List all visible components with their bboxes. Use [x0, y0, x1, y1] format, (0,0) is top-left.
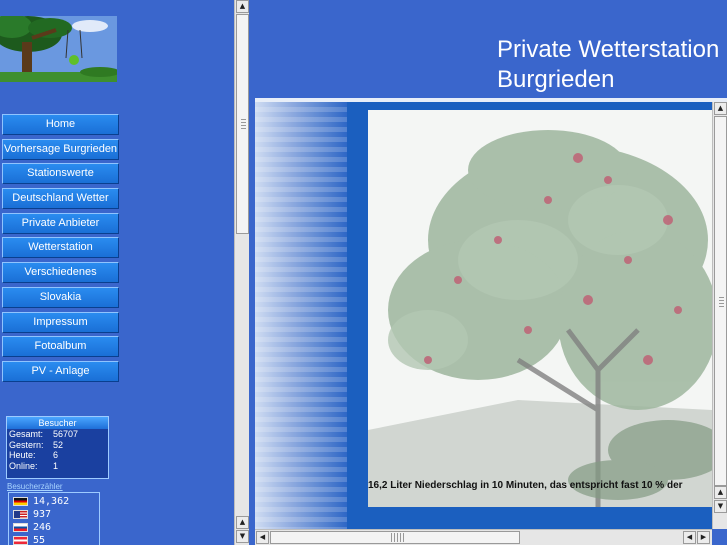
logo-tree-swing-image: [0, 16, 117, 82]
triangle-up-icon[interactable]: ▲: [236, 516, 249, 529]
flag-row: 937: [13, 508, 95, 521]
triangle-up-icon[interactable]: ▲: [236, 0, 249, 13]
nav-private-providers-button[interactable]: Private Anbieter: [2, 212, 119, 234]
tree-in-rain-image: [368, 110, 712, 507]
triangle-left-icon[interactable]: ◀: [683, 531, 696, 544]
scroll-grip-icon: [719, 297, 724, 307]
flag-row: 246: [13, 521, 95, 534]
nav-pv-system-button[interactable]: PV - Anlage: [2, 360, 119, 382]
nav-weather-station-button[interactable]: Wetterstation: [2, 237, 119, 259]
nav-forecast-button[interactable]: Vorhersage Burgrieden: [2, 138, 119, 160]
germany-flag-icon: [13, 497, 28, 506]
flag-count: 937: [33, 509, 52, 520]
nav-slovakia-button[interactable]: Slovakia: [2, 286, 119, 308]
triangle-left-icon[interactable]: ◀: [256, 531, 269, 544]
nav-photo-album-button[interactable]: Fotoalbum: [2, 336, 119, 358]
horizontal-scroll-thumb[interactable]: [270, 531, 520, 544]
scroll-grip-icon: [391, 533, 405, 542]
triangle-up-icon[interactable]: ▲: [714, 102, 727, 115]
counter-row-online: Online: 1: [7, 461, 108, 472]
left-frame-scrollbar[interactable]: ▲ ▲ ▼: [234, 0, 249, 545]
nav-station-values-button[interactable]: Stationswerte: [2, 163, 119, 185]
main-navigation: Home Vorhersage Burgrieden Stationswerte…: [2, 114, 119, 386]
nav-imprint-button[interactable]: Impressum: [2, 311, 119, 333]
counter-label: Gestern:: [9, 439, 44, 450]
right-frame: Private Wetterstation Burgrieden 16,2 Li…: [255, 0, 727, 545]
page-subtitle: Burgrieden: [497, 66, 615, 93]
flag-counter-link[interactable]: Besucherzähler: [7, 482, 63, 491]
scroll-grip-icon: [241, 119, 246, 129]
photo-caption: 16,2 Liter Niederschlag in 10 Minuten, d…: [368, 480, 683, 491]
decorative-fade: [255, 102, 347, 529]
austria-flag-icon: [13, 536, 28, 545]
page-title: Private Wetterstation: [497, 36, 720, 63]
triangle-down-icon[interactable]: ▼: [714, 500, 727, 513]
visitor-counter: Besucher Gesamt: 56707 Gestern: 52 Heute…: [6, 416, 109, 479]
counter-row-total: Gesamt: 56707: [7, 429, 108, 440]
counter-row-yesterday: Gestern: 52: [7, 440, 108, 451]
triangle-down-icon[interactable]: ▼: [236, 530, 249, 543]
counter-value: 6: [53, 450, 59, 461]
flag-row: 14,362: [13, 495, 95, 508]
content-panel: 16,2 Liter Niederschlag in 10 Minuten, d…: [255, 102, 712, 529]
counter-value: 1: [53, 460, 59, 471]
counter-row-today: Heute: 6: [7, 450, 108, 461]
flag-count: 55: [33, 535, 46, 545]
nav-germany-weather-button[interactable]: Deutschland Wetter: [2, 188, 119, 210]
flag-count: 246: [33, 522, 52, 533]
triangle-right-icon[interactable]: ▶: [697, 531, 710, 544]
content-scroll-thumb[interactable]: [714, 116, 727, 486]
counter-value: 52: [53, 439, 64, 450]
slovakia-flag-icon: [13, 523, 28, 532]
counter-label: Gesamt:: [9, 429, 44, 439]
content-horizontal-scrollbar[interactable]: ◀ ◀ ▶: [255, 529, 712, 545]
flag-counter[interactable]: 14,362 937 246 55: [8, 492, 100, 545]
usa-flag-icon: [13, 510, 28, 519]
counter-value: 56707: [53, 429, 79, 439]
nav-home-button[interactable]: Home: [2, 114, 119, 135]
counter-label: Online:: [9, 460, 38, 471]
rain-tree-photo: 16,2 Liter Niederschlag in 10 Minuten, d…: [368, 110, 712, 507]
content-vertical-scrollbar[interactable]: ▲ ▲ ▼: [712, 102, 727, 529]
triangle-up-icon[interactable]: ▲: [714, 486, 727, 499]
nav-miscellaneous-button[interactable]: Verschiedenes: [2, 262, 119, 284]
counter-label: Heute:: [9, 450, 36, 461]
visitor-counter-title: Besucher: [7, 417, 108, 429]
left-frame: Home Vorhersage Burgrieden Stationswerte…: [0, 0, 234, 545]
flag-count: 14,362: [33, 496, 70, 507]
left-scroll-thumb[interactable]: [236, 14, 249, 234]
flag-row: 55: [13, 534, 95, 545]
